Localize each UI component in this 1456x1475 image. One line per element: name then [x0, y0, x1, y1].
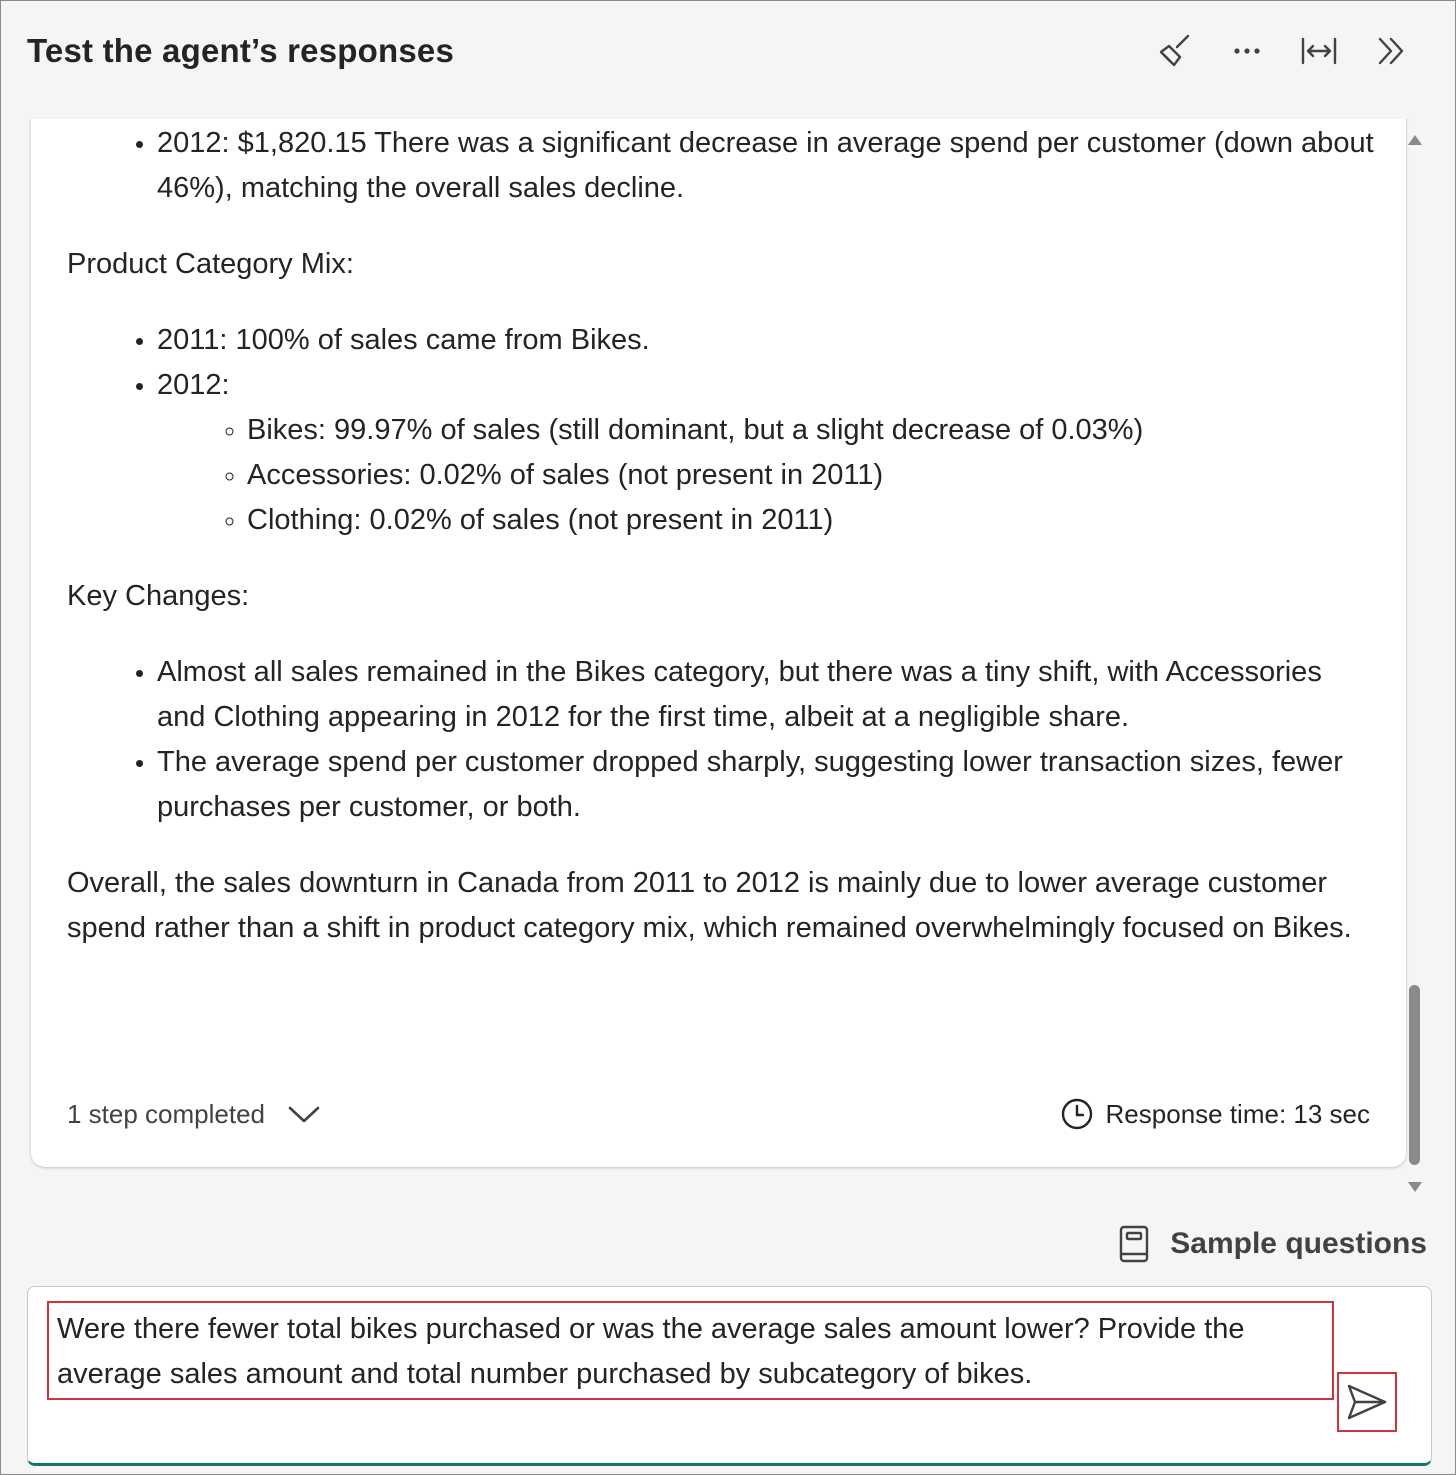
list-item: Bikes: 99.97% of sales (still dominant, … — [247, 408, 1377, 453]
list-item: The average spend per customer dropped s… — [157, 740, 1377, 830]
panel-header: Test the agent’s responses — [1, 1, 1455, 101]
broom-icon[interactable] — [1151, 27, 1199, 75]
panel-title: Test the agent’s responses — [27, 32, 454, 69]
changes-list: Almost all sales remained in the Bikes c… — [67, 650, 1377, 830]
chevron-down-icon — [288, 1106, 320, 1123]
response-content: 2012: $1,820.15 There was a significant … — [67, 121, 1377, 982]
list-item: Almost all sales remained in the Bikes c… — [157, 650, 1377, 740]
agent-test-panel: Test the agent’s responses • 2012: $1,82… — [0, 0, 1456, 1475]
response-time: Response time: 13 sec — [1060, 1097, 1370, 1131]
chat-scroll-area[interactable]: 2012: $1,820.15 There was a significant … — [1, 119, 1413, 1194]
list-item: Accessories: 0.02% of sales (not present… — [247, 453, 1377, 498]
summary-paragraph: Overall, the sales downturn in Canada fr… — [67, 867, 1352, 944]
send-icon — [1347, 1384, 1387, 1420]
steps-label: 1 step completed — [67, 1098, 266, 1129]
header-toolbar — [1127, 27, 1415, 75]
book-icon — [1120, 1225, 1149, 1263]
spend-list: 2012: $1,820.15 There was a significant … — [67, 121, 1377, 211]
more-options-icon[interactable] — [1223, 27, 1271, 75]
mix-heading: Product Category Mix: — [67, 248, 354, 280]
expand-width-icon[interactable] — [1295, 27, 1343, 75]
list-item: 2012: $1,820.15 There was a significant … — [157, 121, 1377, 211]
response-time-label: Response time: 13 sec — [1105, 1098, 1370, 1129]
chat-input-field[interactable]: Were there fewer total bikes purchased o… — [47, 1301, 1334, 1400]
sample-questions-label: Sample questions — [1170, 1227, 1427, 1260]
scroll-down-arrow-icon[interactable] — [1408, 1182, 1422, 1192]
mix-sub-list: Bikes: 99.97% of sales (still dominant, … — [157, 408, 1377, 543]
sample-questions-button[interactable]: Sample questions — [1118, 1219, 1427, 1269]
collapse-panel-icon[interactable] — [1367, 27, 1415, 75]
mix-list: 2011: 100% of sales came from Bikes. 201… — [67, 318, 1377, 543]
send-button[interactable] — [1337, 1372, 1397, 1432]
list-item: 2012: Bikes: 99.97% of sales (still domi… — [157, 363, 1377, 543]
chat-scrollbar[interactable] — [1405, 121, 1425, 1196]
list-item: Clothing: 0.02% of sales (not present in… — [247, 498, 1377, 543]
changes-heading: Key Changes: — [67, 580, 250, 612]
list-item: 2011: 100% of sales came from Bikes. — [157, 318, 1377, 363]
agent-response-card: 2012: $1,820.15 There was a significant … — [31, 119, 1406, 1167]
steps-toggle[interactable]: 1 step completed — [67, 1099, 321, 1130]
clock-icon — [1061, 1098, 1092, 1130]
list-item-label: 2012: — [157, 369, 230, 401]
scroll-up-arrow-icon[interactable] — [1408, 135, 1422, 145]
chat-input-box: Were there fewer total bikes purchased o… — [27, 1286, 1432, 1466]
scrollbar-thumb[interactable] — [1409, 985, 1420, 1165]
response-footer: 1 step completed Response time: 13 sec — [67, 1089, 1370, 1139]
